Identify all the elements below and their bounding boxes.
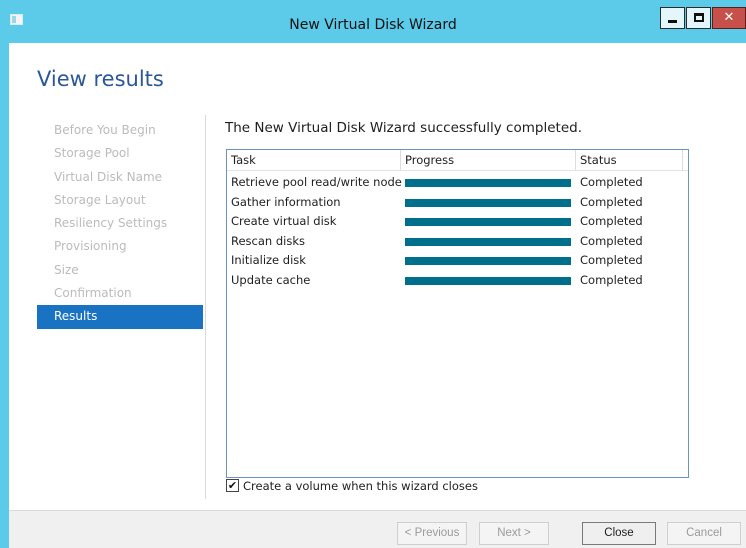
close-button[interactable]: Close xyxy=(582,522,656,545)
nav-step-results[interactable]: Results xyxy=(37,305,203,329)
create-volume-checkbox[interactable]: ✔ xyxy=(226,479,239,492)
window-title: New Virtual Disk Wizard xyxy=(289,17,457,33)
progress-bar xyxy=(405,218,571,226)
minimize-icon xyxy=(668,20,677,23)
nav-step-size: Size xyxy=(54,262,79,277)
task-cell: Retrieve pool read/write node xyxy=(231,175,402,189)
status-cell: Completed xyxy=(580,233,643,248)
status-cell: Completed xyxy=(580,272,643,287)
status-cell: Completed xyxy=(580,253,643,267)
progress-bar-fill xyxy=(405,179,571,187)
table-row[interactable]: Update cache Completed xyxy=(227,271,688,291)
progress-bar-fill xyxy=(405,257,571,265)
checkmark-icon: ✔ xyxy=(227,479,238,492)
status-cell: Completed xyxy=(580,194,643,209)
table-row[interactable]: Create virtual disk Completed xyxy=(227,212,688,232)
column-header-task[interactable]: Task xyxy=(227,150,401,171)
wizard-steps-nav: Before You Begin Storage Pool Virtual Di… xyxy=(37,119,203,329)
nav-step-resiliency-settings: Resiliency Settings xyxy=(54,216,168,231)
progress-bar-fill xyxy=(405,276,571,285)
column-header-status[interactable]: Status xyxy=(576,150,683,171)
progress-bar xyxy=(405,257,571,265)
nav-step-confirmation: Confirmation xyxy=(54,286,132,301)
results-table[interactable]: Task Progress Status Retrieve pool read/… xyxy=(226,149,689,478)
close-window-button[interactable]: ✕ xyxy=(712,7,746,29)
task-cell: Create virtual disk xyxy=(231,214,337,228)
status-cell: Completed xyxy=(580,214,643,228)
wizard-body: View results Before You Begin Storage Po… xyxy=(9,43,746,548)
maximize-button[interactable] xyxy=(686,7,711,29)
table-row[interactable]: Gather information Completed xyxy=(227,193,688,213)
table-row[interactable]: Rescan disks Completed xyxy=(227,232,688,252)
progress-bar xyxy=(405,276,571,285)
close-icon: ✕ xyxy=(723,10,735,25)
title-bar[interactable]: New Virtual Disk Wizard ✕ xyxy=(0,0,746,43)
create-volume-label[interactable]: Create a volume when this wizard closes xyxy=(243,479,478,493)
nav-step-before-you-begin: Before You Begin xyxy=(54,123,156,137)
task-cell: Gather information xyxy=(231,194,341,209)
maximize-icon xyxy=(694,13,704,22)
task-cell: Rescan disks xyxy=(231,233,305,248)
minimize-button[interactable] xyxy=(660,7,685,29)
wizard-window: New Virtual Disk Wizard ✕ View results B… xyxy=(0,0,746,548)
nav-divider xyxy=(205,115,206,499)
page-title: View results xyxy=(37,67,164,91)
status-cell: Completed xyxy=(580,175,643,189)
progress-bar-fill xyxy=(405,237,571,246)
previous-button[interactable]: < Previous xyxy=(397,522,467,545)
progress-bar-fill xyxy=(405,198,571,207)
cancel-button[interactable]: Cancel xyxy=(667,522,741,545)
progress-bar-fill xyxy=(405,218,571,226)
nav-step-storage-pool: Storage Pool xyxy=(54,146,130,161)
progress-bar xyxy=(405,237,571,246)
button-bar: < Previous Next > Close Cancel xyxy=(9,510,746,548)
column-header-progress[interactable]: Progress xyxy=(401,150,576,171)
task-cell: Update cache xyxy=(231,272,311,287)
completion-message: The New Virtual Disk Wizard successfully… xyxy=(225,120,582,136)
nav-step-provisioning: Provisioning xyxy=(54,239,127,254)
progress-bar xyxy=(405,198,571,207)
nav-step-virtual-disk-name: Virtual Disk Name xyxy=(54,169,163,184)
table-row[interactable]: Initialize disk Completed xyxy=(227,251,688,271)
nav-step-storage-layout: Storage Layout xyxy=(54,192,146,207)
task-cell: Initialize disk xyxy=(231,253,306,267)
progress-bar xyxy=(405,179,571,187)
next-button[interactable]: Next > xyxy=(479,522,549,545)
table-header: Task Progress Status xyxy=(227,150,688,171)
table-row[interactable]: Retrieve pool read/write node Completed xyxy=(227,173,688,193)
